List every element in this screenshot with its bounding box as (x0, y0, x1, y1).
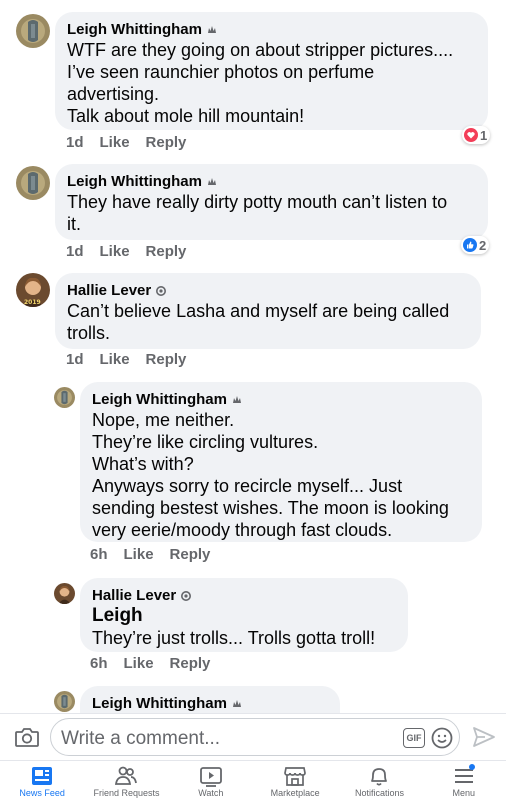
comment-actions: 1d Like Reply (66, 351, 186, 369)
tab-friend-requests[interactable]: Friend Requests (84, 761, 168, 800)
notification-dot (468, 764, 475, 770)
comment-timestamp: 1d (66, 243, 84, 260)
comment-actions: 6h Like Reply (90, 655, 210, 673)
tab-label: Friend Requests (93, 788, 160, 798)
love-reaction-icon (464, 128, 478, 142)
like-button[interactable]: Like (100, 243, 130, 261)
reply-bubble: Hallie Lever Leigh They’re just trolls..… (80, 578, 408, 652)
comment-text: advertising. (67, 84, 160, 104)
rising-fan-icon (155, 285, 167, 297)
comment-text: it. (67, 214, 82, 234)
reaction-count: 2 (479, 237, 487, 253)
like-button[interactable]: Like (100, 351, 130, 369)
avatar[interactable] (54, 691, 75, 712)
comment-bubble: Hallie Lever Can’t believe Lasha and mys… (55, 273, 481, 349)
emoji-icon[interactable] (431, 727, 453, 749)
send-icon[interactable] (472, 726, 496, 748)
bottom-tab-bar: News Feed Friend Requests Watch Marketpl… (0, 760, 506, 800)
comment-text: Anyways sorry to recircle myself... Just (92, 476, 403, 496)
avatar[interactable] (54, 583, 75, 604)
tab-label: Notifications (354, 788, 404, 798)
avatar[interactable] (54, 387, 75, 408)
commenter-name[interactable]: Hallie Lever (67, 282, 151, 300)
camera-icon[interactable] (14, 725, 40, 749)
commenter-name[interactable]: Leigh Whittingham (67, 173, 202, 191)
reply-bubble: Leigh Whittingham (80, 686, 340, 713)
top-fan-icon (231, 394, 243, 406)
reply-bubble: Leigh Whittingham Nope, me neither. They… (80, 382, 482, 542)
comment-text: very eerie/moody through fast clouds. (92, 520, 393, 540)
like-button[interactable]: Like (100, 134, 130, 152)
comment-timestamp: 1d (66, 134, 84, 151)
tab-label: Menu (452, 788, 476, 798)
reaction-summary[interactable]: 1 (462, 126, 491, 144)
commenter-name[interactable]: Hallie Lever (92, 587, 176, 605)
gif-button[interactable]: GIF (403, 728, 425, 748)
rising-fan-icon (180, 590, 192, 602)
comment-actions: 6h Like Reply (90, 546, 210, 564)
comment-bubble: Leigh Whittingham They have really dirty… (55, 164, 488, 240)
comment-timestamp: 1d (66, 351, 84, 368)
tab-label: Watch (198, 788, 224, 798)
commenter-name[interactable]: Leigh Whittingham (92, 695, 227, 713)
comment-text: sending bestest wishes. The moon is look… (92, 498, 449, 518)
top-fan-icon (206, 176, 218, 188)
comment-composer: Write a comment... GIF (0, 713, 506, 760)
tab-label: Marketplace (270, 788, 320, 798)
tab-marketplace[interactable]: Marketplace (253, 761, 337, 800)
comment-feed: Leigh Whittingham WTF are they going on … (0, 0, 506, 713)
tab-menu[interactable]: Menu (422, 761, 506, 800)
comment-text: WTF are they going on about stripper pic… (67, 40, 454, 60)
watch-icon (199, 767, 222, 787)
avatar[interactable] (16, 14, 50, 48)
reply-button[interactable]: Reply (146, 351, 187, 369)
comment-placeholder: Write a comment... (61, 728, 221, 749)
comment-text: They’re just trolls... Trolls gotta trol… (92, 628, 376, 648)
comment-actions: 1d Like Reply (66, 134, 186, 152)
comment-text: What’s with? (92, 454, 194, 474)
news-feed-icon (32, 767, 53, 785)
svg-text:2019: 2019 (24, 299, 41, 306)
tab-label: News Feed (19, 788, 65, 798)
comment-timestamp: 6h (90, 546, 108, 563)
tab-news-feed[interactable]: News Feed (0, 761, 84, 800)
avatar[interactable] (16, 166, 50, 200)
comment-text: Talk about mole hill mountain! (67, 106, 305, 126)
comment-actions: 1d Like Reply (66, 243, 186, 261)
like-button[interactable]: Like (124, 546, 154, 564)
comment-text: Can’t believe Lasha and myself are being… (67, 301, 450, 321)
friend-requests-icon (115, 766, 138, 785)
top-fan-icon (231, 698, 243, 710)
comment-text: I’ve seen raunchier photos on perfume (67, 62, 375, 82)
marketplace-icon (284, 767, 306, 786)
mention-link[interactable]: Leigh (92, 605, 396, 627)
comment-text: Nope, me neither. (92, 410, 235, 430)
reply-button[interactable]: Reply (170, 655, 211, 673)
reaction-summary[interactable]: 2 (461, 236, 490, 254)
commenter-name[interactable]: Leigh Whittingham (67, 21, 202, 39)
comment-text: trolls. (67, 323, 111, 343)
comment-text: They’re like circling vultures. (92, 432, 319, 452)
comment-bubble: Leigh Whittingham WTF are they going on … (55, 12, 488, 130)
reply-button[interactable]: Reply (146, 243, 187, 261)
tab-notifications[interactable]: Notifications (337, 761, 421, 800)
reaction-count: 1 (480, 127, 488, 143)
like-button[interactable]: Like (124, 655, 154, 673)
avatar[interactable]: 2019 (16, 273, 50, 307)
commenter-name[interactable]: Leigh Whittingham (92, 391, 227, 409)
reply-button[interactable]: Reply (146, 134, 187, 152)
comment-timestamp: 6h (90, 655, 108, 672)
reply-button[interactable]: Reply (170, 546, 211, 564)
comment-input[interactable]: Write a comment... GIF (50, 718, 460, 756)
tab-watch[interactable]: Watch (169, 761, 253, 800)
comment-text: They have really dirty potty mouth can’t… (67, 192, 448, 212)
notifications-icon (371, 768, 388, 786)
top-fan-icon (206, 24, 218, 36)
like-reaction-icon (463, 238, 477, 252)
